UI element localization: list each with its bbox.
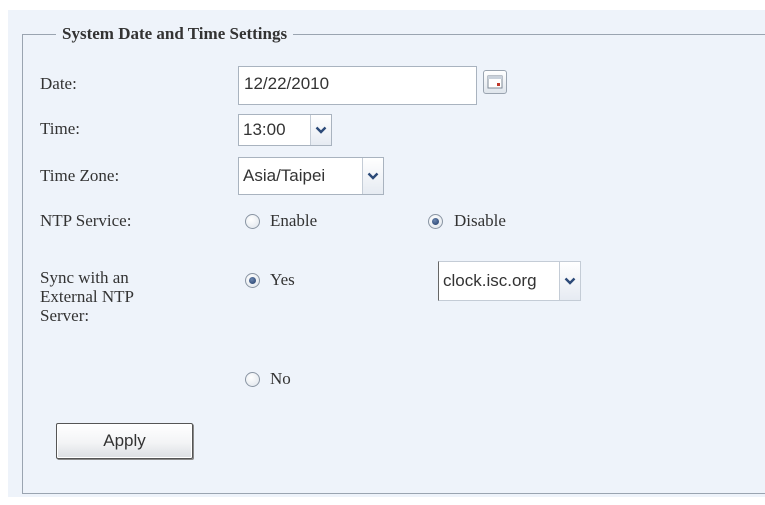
time-value: 13:00 xyxy=(243,120,286,139)
ntp-enable-label[interactable]: Enable xyxy=(270,211,317,231)
ntp-disable-label[interactable]: Disable xyxy=(454,211,506,231)
sync-yes-label[interactable]: Yes xyxy=(270,270,295,290)
apply-button[interactable]: Apply xyxy=(56,423,193,459)
timezone-dropdown-arrow[interactable] xyxy=(362,158,383,194)
time-select[interactable]: 13:00 xyxy=(238,114,332,146)
sync-ntp-label: Sync with an External NTP Server: xyxy=(40,268,134,325)
sync-no-radio[interactable] xyxy=(245,372,260,387)
ntp-server-dropdown-arrow[interactable] xyxy=(559,262,580,300)
section-title: System Date and Time Settings xyxy=(56,23,294,45)
date-input[interactable]: 12/22/2010 xyxy=(238,66,477,105)
time-dropdown-arrow[interactable] xyxy=(310,115,331,145)
ntp-disable-radio[interactable] xyxy=(428,214,443,229)
chevron-down-icon xyxy=(564,277,576,285)
chevron-down-icon xyxy=(315,126,327,134)
chevron-down-icon xyxy=(367,172,379,180)
ntp-server-select[interactable]: clock.isc.org xyxy=(438,261,581,301)
time-label: Time: xyxy=(40,119,81,138)
ntp-service-label: NTP Service: xyxy=(40,211,132,230)
timezone-value: Asia/Taipei xyxy=(243,166,326,185)
calendar-icon xyxy=(487,75,503,89)
sync-no-label[interactable]: No xyxy=(270,369,291,389)
date-label: Date: xyxy=(40,74,77,93)
page: System Date and Time Settings Date: 12/2… xyxy=(0,0,765,505)
sync-yes-radio[interactable] xyxy=(245,273,260,288)
date-value: 12/22/2010 xyxy=(244,74,330,93)
timezone-select[interactable]: Asia/Taipei xyxy=(238,157,384,195)
timezone-label: Time Zone: xyxy=(40,166,120,185)
ntp-enable-radio[interactable] xyxy=(245,214,260,229)
calendar-button[interactable] xyxy=(483,70,507,94)
ntp-server-value: clock.isc.org xyxy=(443,271,537,290)
